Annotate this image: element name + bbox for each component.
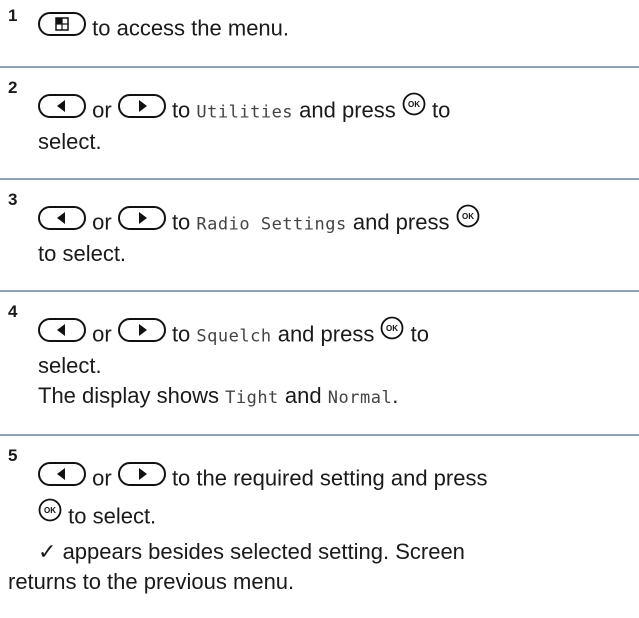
svg-text:OK: OK bbox=[462, 212, 474, 221]
and-text: and bbox=[284, 383, 322, 408]
right-arrow-button-icon bbox=[117, 206, 166, 237]
procedure-page: 1 to access the menu. 2 or to Utilities … bbox=[0, 0, 639, 618]
press-text: and press bbox=[277, 321, 375, 347]
to-text: to bbox=[171, 97, 191, 123]
to-text: to bbox=[432, 97, 451, 123]
to-text: to bbox=[171, 209, 191, 235]
select-text: to select. bbox=[68, 503, 157, 529]
or-text: or bbox=[92, 321, 112, 347]
or-text: or bbox=[92, 97, 112, 123]
step-5-line-4: returns to the previous menu. bbox=[8, 568, 294, 596]
divider bbox=[0, 290, 639, 292]
step-3-line-1: or to Radio Settings and press OK bbox=[38, 204, 480, 239]
result-text: appears besides selected setting. Screen bbox=[62, 539, 465, 564]
step-5-line-2: OK to select. bbox=[38, 498, 157, 533]
left-arrow-button-icon bbox=[38, 318, 86, 349]
ok-button-icon: OK bbox=[456, 204, 480, 235]
option-normal: Normal bbox=[327, 388, 393, 408]
step-3-line-2: to select. bbox=[38, 240, 126, 268]
step-4-line-2: select. bbox=[38, 352, 102, 380]
step-5-line-3: ✓ appears besides selected setting. Scre… bbox=[38, 538, 465, 566]
step-1-line: to access the menu. bbox=[38, 12, 290, 45]
checkmark-icon: ✓ bbox=[38, 539, 57, 564]
or-text: or bbox=[92, 209, 112, 235]
step-number: 3 bbox=[8, 190, 18, 209]
ok-button-icon: OK bbox=[380, 316, 404, 347]
left-arrow-button-icon bbox=[38, 462, 86, 493]
press-text: and press bbox=[352, 209, 450, 235]
to-text: to bbox=[410, 321, 429, 347]
divider bbox=[0, 178, 639, 180]
left-arrow-button-icon bbox=[38, 206, 86, 237]
step-4-line-1: or to Squelch and press OK to bbox=[38, 316, 429, 351]
step-5-line-1: or to the required setting and press bbox=[38, 462, 488, 495]
step-text: to the required setting and press bbox=[171, 465, 488, 491]
menu-item-radio-settings: Radio Settings bbox=[196, 214, 347, 235]
select-text: select. bbox=[38, 353, 102, 378]
step-4-line-3: The display shows Tight and Normal. bbox=[38, 382, 398, 412]
step-number: 1 bbox=[8, 6, 18, 25]
svg-text:OK: OK bbox=[408, 100, 420, 109]
step-text: to access the menu. bbox=[92, 15, 290, 41]
step-number: 2 bbox=[8, 78, 18, 97]
svg-text:OK: OK bbox=[44, 506, 56, 515]
svg-text:OK: OK bbox=[386, 324, 398, 333]
result-text: returns to the previous menu. bbox=[8, 569, 295, 594]
right-arrow-button-icon bbox=[117, 318, 166, 349]
menu-item-squelch: Squelch bbox=[196, 326, 272, 347]
period-text: . bbox=[392, 383, 399, 408]
press-text: and press bbox=[299, 97, 396, 123]
divider bbox=[0, 66, 639, 68]
step-2-line-1: or to Utilities and press OK to bbox=[38, 92, 451, 127]
right-arrow-button-icon bbox=[117, 94, 166, 125]
or-text: or bbox=[92, 465, 112, 491]
select-text: to select. bbox=[38, 241, 127, 266]
menu-button-icon bbox=[38, 12, 86, 43]
left-arrow-button-icon bbox=[38, 94, 86, 125]
step-2-line-2: select. bbox=[38, 128, 102, 156]
divider bbox=[0, 434, 639, 436]
step-number: 5 bbox=[8, 446, 18, 465]
option-tight: Tight bbox=[225, 388, 279, 408]
display-text: The display shows bbox=[38, 383, 219, 408]
ok-button-icon: OK bbox=[38, 498, 62, 529]
right-arrow-button-icon bbox=[117, 462, 166, 493]
step-number: 4 bbox=[8, 302, 18, 321]
to-text: to bbox=[171, 321, 191, 347]
ok-button-icon: OK bbox=[402, 92, 426, 123]
menu-item-utilities: Utilities bbox=[196, 102, 294, 123]
select-text: select. bbox=[38, 129, 102, 154]
